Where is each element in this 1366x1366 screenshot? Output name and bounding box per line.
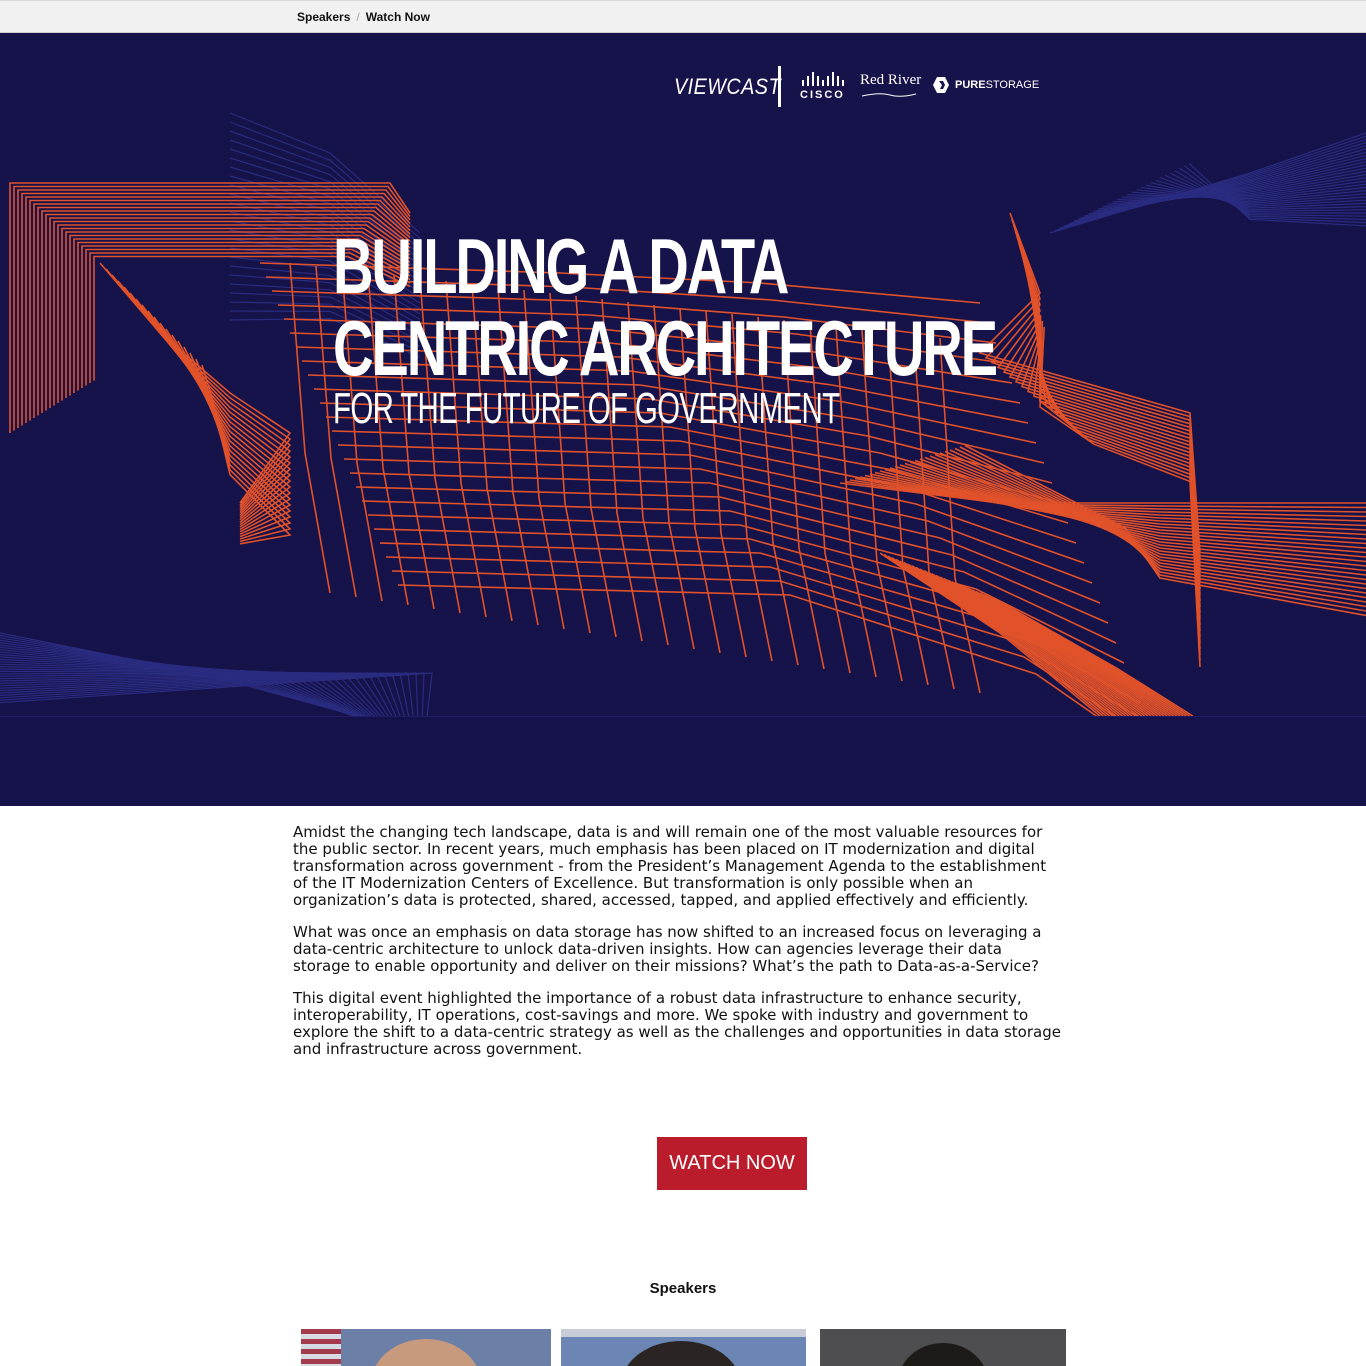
hero-banner: VIEWCAST CISCO Red River PURE STORAGE BUI… [0,33,1366,806]
cisco-logo: CISCO [800,72,848,104]
breadcrumb-bar: Speakers / Watch Now [0,0,1366,33]
speakers-heading: Speakers [649,1280,717,1297]
viewcast-logo: VIEWCAST [674,74,782,99]
purestorage-wordmark-bold: PURE [955,79,986,91]
speaker-photo[interactable] [820,1329,1066,1366]
intro-paragraph: Amidst the changing tech landscape, data… [293,823,1047,909]
purestorage-wordmark-light: STORAGE [985,79,1040,91]
intro-paragraph: What was once an emphasis on data storag… [293,923,1042,975]
purestorage-logo: PURE STORAGE [932,76,1039,94]
sponsor-logos: VIEWCAST CISCO Red River PURE STORAGE [674,66,1044,108]
watch-now-button[interactable]: WATCH NOW [657,1137,807,1190]
hero-subtitle: FOR THE FUTURE OF GOVERNMENT [333,384,840,433]
intro-copy: Amidst the changing tech landscape, data… [293,824,1063,1073]
redriver-logo: Red River [860,72,922,97]
purestorage-mark-icon [933,77,949,93]
breadcrumb: Speakers / Watch Now [297,10,430,24]
redriver-swoosh-icon [861,93,917,97]
hero-title-line-2: CENTRIC ARCHITECTURE [333,304,998,392]
hero-bottom-band [0,716,1366,806]
breadcrumb-link-speakers[interactable]: Speakers [297,10,350,24]
speaker-photo[interactable] [301,1329,551,1366]
speaker-photo[interactable] [561,1329,806,1366]
logo-divider [778,66,781,107]
redriver-wordmark: Red River [860,72,922,88]
intro-paragraph: This digital event highlighted the impor… [293,989,1061,1058]
breadcrumb-link-watch-now[interactable]: Watch Now [366,10,430,24]
hero-title: BUILDING A DATA CENTRIC ARCHITECTURE FOR… [333,225,1254,431]
cisco-bars-icon [802,72,848,86]
breadcrumb-separator: / [356,10,360,24]
cisco-wordmark: CISCO [800,89,845,101]
hero-title-line-1: BUILDING A DATA [333,222,789,310]
